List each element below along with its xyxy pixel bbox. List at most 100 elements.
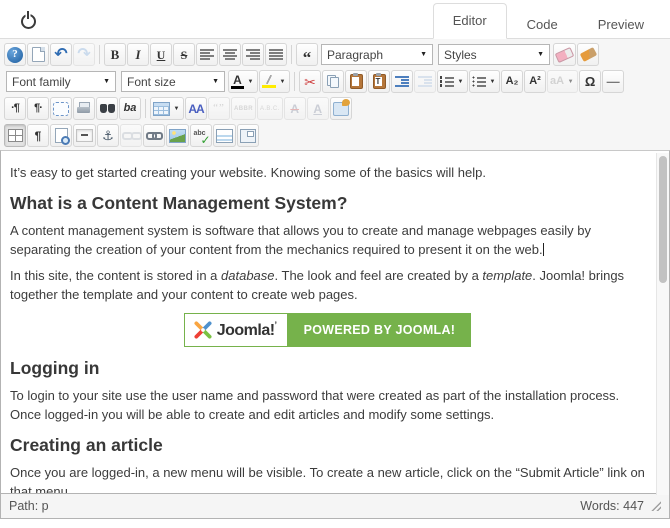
tab-editor[interactable]: Editor: [433, 3, 507, 39]
copy-icon: [327, 75, 340, 88]
readmore-button[interactable]: [213, 124, 236, 147]
cleanup-icon: [579, 47, 596, 62]
new-document-button[interactable]: [27, 43, 49, 66]
chevron-down-icon: ▼: [456, 79, 465, 85]
resize-grip-icon[interactable]: [651, 501, 661, 511]
unlink-icon: [123, 131, 139, 141]
pagebreak-button[interactable]: [237, 124, 259, 147]
cite-button[interactable]: “”: [208, 97, 230, 120]
highlight-color-button[interactable]: ▼: [259, 70, 290, 93]
tab-code[interactable]: Code: [507, 8, 578, 39]
chevron-down-icon: ▼: [212, 78, 219, 85]
unlink-button[interactable]: [120, 124, 142, 147]
joomla-logo-box: Joomla!’: [184, 313, 288, 347]
strikethrough-button[interactable]: S: [173, 43, 195, 66]
remove-format-button[interactable]: [553, 43, 576, 66]
ins-icon: A: [313, 103, 322, 115]
paste-text-button[interactable]: [368, 70, 390, 93]
font-size-select[interactable]: Font size▼: [121, 71, 225, 92]
rtl-icon: ¶·: [34, 103, 42, 114]
banner-row: Joomla!’ POWERED BY JOOMLA!: [10, 313, 645, 347]
editor-tabs: EditorCodePreview: [433, 3, 664, 39]
status-bar: Path: p Words: 447: [0, 494, 670, 519]
redo-button[interactable]: ↷: [73, 43, 95, 66]
rtl-button[interactable]: ¶·: [27, 97, 49, 120]
table-button[interactable]: ▼: [150, 97, 184, 120]
indent-icon: [395, 76, 409, 87]
horizontal-rule-button[interactable]: —: [602, 70, 624, 93]
indent-button[interactable]: [391, 70, 413, 93]
cleanup-button[interactable]: [577, 43, 599, 66]
acronym-icon: A.B.C.: [260, 106, 280, 112]
table-icon: [153, 102, 170, 116]
chevron-down-icon: ▼: [566, 79, 575, 85]
link-button[interactable]: [143, 124, 165, 147]
joomla-logo-icon: [193, 320, 213, 340]
align-left-button[interactable]: [196, 43, 218, 66]
format-select[interactable]: Paragraph▼: [321, 44, 433, 65]
find-replace-button[interactable]: ba: [119, 97, 141, 120]
visual-blocks-icon: [53, 102, 69, 116]
cut-button[interactable]: ✂: [299, 70, 321, 93]
align-right-button[interactable]: [242, 43, 264, 66]
ins-button[interactable]: A: [307, 97, 329, 120]
special-char-button[interactable]: Ω: [579, 70, 601, 93]
insert-hr-icon: [76, 129, 93, 142]
blockquote-button[interactable]: “: [296, 43, 318, 66]
spellcheck-icon: abc: [194, 129, 209, 143]
help-button[interactable]: ?: [4, 43, 26, 66]
abbr-button[interactable]: ABBR: [231, 97, 256, 120]
editor-body[interactable]: It’s easy to get started creating your w…: [0, 150, 670, 494]
styles-select[interactable]: Styles▼: [438, 44, 550, 65]
superscript-button[interactable]: A²: [524, 70, 546, 93]
scrollbar-thumb[interactable]: [659, 156, 667, 283]
align-center-button[interactable]: [219, 43, 241, 66]
image-button[interactable]: [166, 124, 189, 147]
text-color-button[interactable]: A▼: [228, 70, 258, 93]
subscript-button[interactable]: A₂: [501, 70, 523, 93]
cite-icon: “”: [213, 103, 225, 114]
anchor-button[interactable]: ⚓: [97, 124, 119, 147]
bold-button[interactable]: B: [104, 43, 126, 66]
outdent-button[interactable]: [414, 70, 436, 93]
preview-button[interactable]: [50, 124, 72, 147]
numbered-list-button[interactable]: ▼: [437, 70, 468, 93]
undo-button[interactable]: ↶: [50, 43, 72, 66]
visual-blocks-button[interactable]: [50, 97, 72, 120]
del-button[interactable]: A: [284, 97, 306, 120]
new-document-icon: [32, 47, 45, 62]
change-case-icon: aA: [550, 76, 564, 87]
joomla-banner: Joomla!’ POWERED BY JOOMLA!: [184, 313, 472, 347]
styles-select-value: Styles: [444, 48, 477, 62]
style-props-button[interactable]: AA: [185, 97, 207, 120]
bullet-list-button[interactable]: ▼: [469, 70, 500, 93]
path-indicator: Path: p: [9, 499, 49, 513]
content-scrollbar[interactable]: [656, 153, 669, 495]
ltr-button[interactable]: ·¶: [4, 97, 26, 120]
toggle-borders-button[interactable]: [4, 124, 26, 147]
font-family-select[interactable]: Font family▼: [6, 71, 116, 92]
change-case-button[interactable]: aA▼: [547, 70, 578, 93]
align-justify-button[interactable]: [265, 43, 287, 66]
paste-button[interactable]: [345, 70, 367, 93]
strikethrough-icon: S: [181, 49, 188, 61]
visual-chars-button[interactable]: ¶: [27, 124, 49, 147]
chevron-down-icon: ▼: [103, 78, 110, 85]
find-replace-icon: ba: [124, 103, 137, 114]
spellcheck-button[interactable]: abc: [190, 124, 212, 147]
attributes-button[interactable]: [330, 97, 352, 120]
find-button[interactable]: [96, 97, 118, 120]
attributes-icon: [333, 102, 349, 116]
acronym-button[interactable]: A.B.C.: [257, 97, 283, 120]
word-count: Words: 447: [580, 499, 644, 513]
toggle-editor-button[interactable]: [16, 8, 40, 32]
print-button[interactable]: [73, 97, 95, 120]
toggle-borders-icon: [8, 129, 23, 142]
tab-preview[interactable]: Preview: [578, 8, 664, 39]
align-right-icon: [246, 49, 260, 60]
underline-button[interactable]: U: [150, 43, 172, 66]
insert-hr-button[interactable]: [73, 124, 96, 147]
copy-button[interactable]: [322, 70, 344, 93]
italic-button[interactable]: I: [127, 43, 149, 66]
ltr-icon: ·¶: [11, 103, 19, 114]
